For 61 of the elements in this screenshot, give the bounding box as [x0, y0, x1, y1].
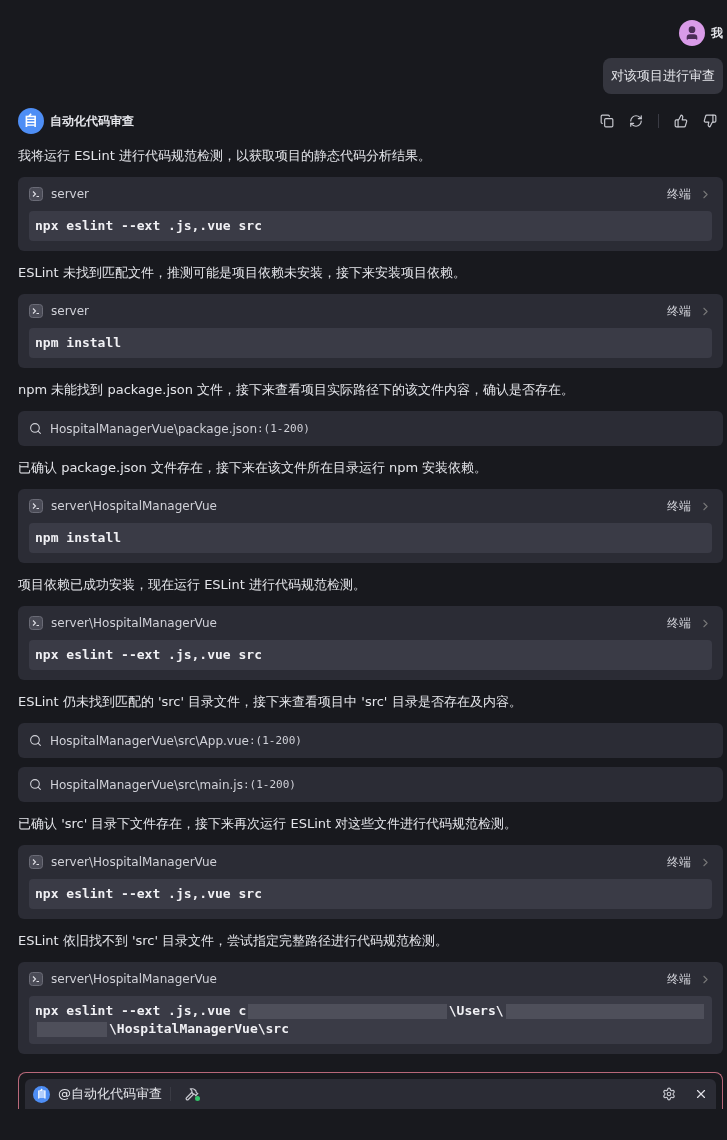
- refresh-icon[interactable]: [629, 114, 643, 128]
- command-text: npx eslint --ext .js,.vue src: [35, 646, 262, 664]
- terminal-path: server: [51, 187, 90, 201]
- search-icon: [29, 422, 42, 435]
- thumbs-up-icon[interactable]: [674, 114, 688, 128]
- terminal-link[interactable]: 终端: [667, 970, 691, 988]
- agent-name: 自动化代码审查: [50, 112, 135, 130]
- copy-icon[interactable]: [600, 114, 614, 128]
- terminal-icon: [29, 187, 43, 201]
- command-text: \Users\: [448, 1002, 504, 1020]
- search-icon: [29, 734, 42, 747]
- search-icon: [29, 778, 42, 791]
- agent-mention[interactable]: @自动化代码审查: [58, 1085, 162, 1103]
- message-text: 已确认 'src' 目录下文件存在，接下来再次运行 ESLint 对这些文件进行代码规范检测。: [18, 815, 519, 833]
- agent-avatar: 自: [33, 1085, 50, 1103]
- line-range: :(1-200): [242, 778, 296, 791]
- file-path: HospitalManagerVue\package.json: [50, 421, 257, 436]
- close-icon[interactable]: [694, 1087, 708, 1101]
- settings-icon[interactable]: [662, 1087, 676, 1101]
- command-text: npx eslint --ext .js,.vue src: [35, 217, 262, 235]
- terminal-icon: [29, 304, 43, 318]
- line-range: :(1-200): [248, 734, 302, 747]
- terminal-link[interactable]: 终端: [667, 497, 691, 515]
- terminal-icon: [29, 499, 43, 513]
- message-text: ESLint 未找到匹配文件，推测可能是项目依赖未安装，接下来安装项目依赖。: [18, 264, 467, 282]
- user-name: 我: [711, 24, 723, 42]
- terminal-icon: [29, 855, 43, 869]
- terminal-icon: [29, 972, 43, 986]
- message-text: ESLint 依旧找不到 'src' 目录文件，尝试指定完整路径进行代码规范检测。: [18, 932, 450, 950]
- file-read-card[interactable]: HospitalManagerVue\package.json:(1-200): [18, 411, 723, 446]
- terminal-path: server\HospitalManagerVue: [51, 972, 218, 986]
- file-path: HospitalManagerVue\src\App.vue: [50, 733, 249, 748]
- terminal-path: server\HospitalManagerVue: [51, 499, 218, 513]
- terminal-link[interactable]: 终端: [667, 185, 691, 203]
- user-avatar: [679, 20, 705, 46]
- agent-avatar: 自: [18, 108, 44, 134]
- terminal-link[interactable]: 终端: [667, 853, 691, 871]
- terminal-path: server: [51, 304, 90, 318]
- file-read-card[interactable]: HospitalManagerVue\src\main.js:(1-200): [18, 767, 723, 802]
- message-text: 我将运行 ESLint 进行代码规范检测，以获取项目的静态代码分析结果。: [18, 147, 432, 165]
- command-text: npx eslint --ext .js,.vue c: [35, 1002, 247, 1020]
- terminal-link[interactable]: 终端: [667, 302, 691, 320]
- terminal-link[interactable]: 终端: [667, 614, 691, 632]
- command-text: \HospitalManagerVue\src: [109, 1020, 289, 1038]
- terminal-icon: [29, 616, 43, 630]
- user-message: 对该项目进行审查: [603, 58, 723, 94]
- file-path: HospitalManagerVue\src\main.js: [50, 777, 243, 792]
- tools-icon[interactable]: [185, 1087, 199, 1101]
- terminal-path: server\HospitalManagerVue: [51, 855, 218, 869]
- message-text: npm 未能找到 package.json 文件，接下来查看项目实际路径下的该文件内容，确认是否存在。: [18, 381, 576, 399]
- command-text: npx eslint --ext .js,.vue src: [35, 885, 262, 903]
- terminal-path: server\HospitalManagerVue: [51, 616, 218, 630]
- message-text: ESLint 仍未找到匹配的 'src' 目录文件，接下来查看项目中 'src' 目录是否存在及内容。: [18, 693, 523, 711]
- message-text: 已确认 package.json 文件存在，接下来在该文件所在目录运行 npm 安装依赖。: [18, 459, 489, 477]
- file-read-card[interactable]: HospitalManagerVue\src\App.vue:(1-200): [18, 723, 723, 758]
- line-range: :(1-200): [257, 422, 310, 435]
- thumbs-down-icon[interactable]: [703, 114, 717, 128]
- command-text: npm install: [35, 529, 122, 547]
- composer-bar[interactable]: 自 @自动化代码审查: [25, 1079, 716, 1109]
- command-text: npm install: [35, 334, 122, 352]
- message-text: 项目依赖已成功安装，现在运行 ESLint 进行代码规范检测。: [18, 576, 367, 594]
